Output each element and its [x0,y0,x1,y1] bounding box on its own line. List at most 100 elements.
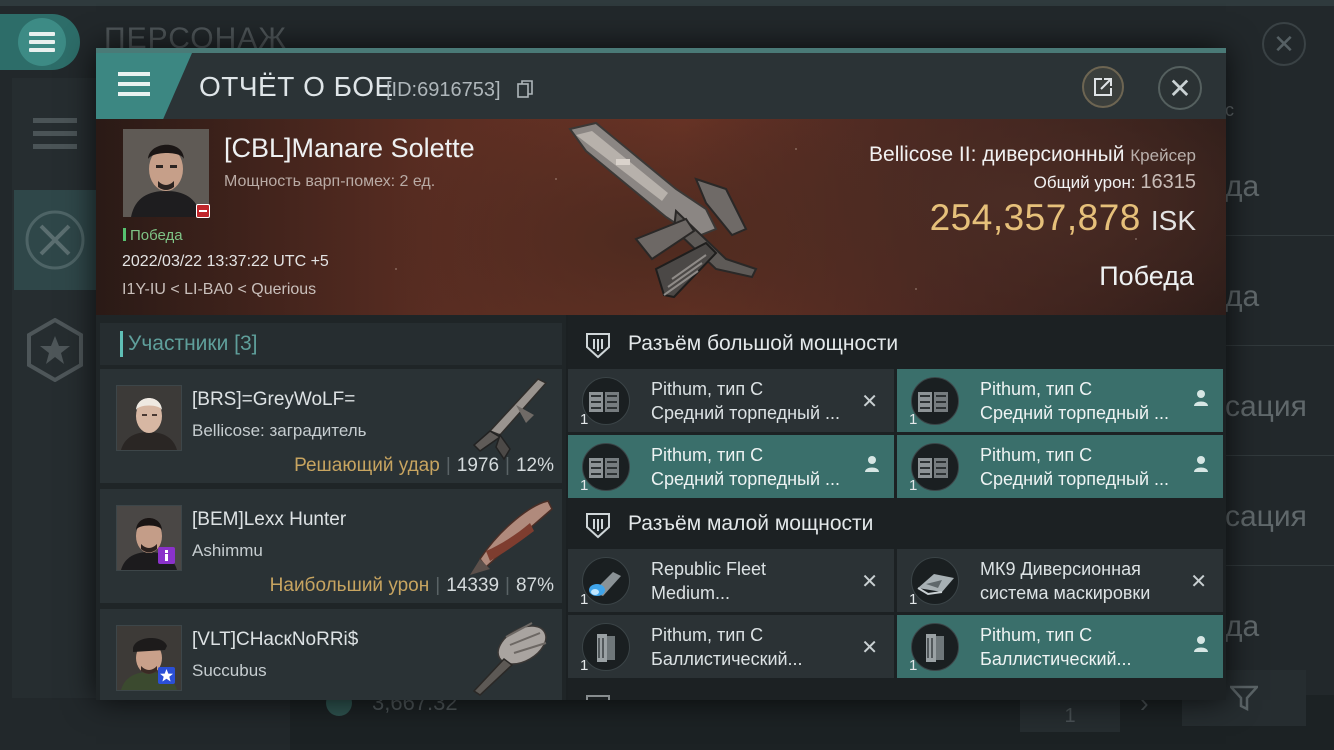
total-damage-value: 16315 [1140,171,1196,193]
low-slot-icon [586,513,610,539]
module-name: Pithum, тип C [980,379,1093,399]
high-slots-header: Разъём большой мощности [568,319,1226,369]
participant-row[interactable]: [BEM]Lexx Hunter Ashimmu Наибольший урон… [100,489,562,603]
module-type: система маскировки [980,583,1151,603]
module-item[interactable]: 1 Pithum, тип C Средний торпедный ... [568,435,894,498]
total-damage: Общий урон: 16315 [1034,171,1196,194]
module-type: Medium... [651,583,731,603]
module-quantity: 1 [909,657,918,674]
torpedo-launcher-icon [911,443,959,491]
background-divider [1225,345,1334,346]
victim-ship[interactable]: Bellicose II: диверсионный Крейсер [869,143,1196,167]
background-quantity-field[interactable]: 1 [1020,700,1120,732]
module-quantity: 1 [580,657,589,674]
module-quantity: 1 [909,591,918,608]
module-type: Баллистический... [980,649,1132,669]
low-slots-header: Разъём малой мощности [568,499,1226,549]
torpedo-launcher-icon [911,377,959,425]
kill-location[interactable]: I1Y-IU < LI-BA0 < Querious [122,281,316,299]
ship-render-icon [470,500,553,575]
dropped-person-icon [1194,636,1208,652]
module-type: Средний торпедный ... [651,403,841,423]
module-type: Баллистический... [651,649,803,669]
module-item[interactable]: 1 Pithum, тип C Баллистический... [897,615,1223,678]
participant-ship: Succubus [192,661,267,680]
modal-header: ОТЧЁТ О БОЕ [ID:6916753] ✕ [96,53,1226,119]
module-name: Republic Fleet [651,559,767,579]
module-quantity: 1 [909,411,918,428]
ship-class: Крейсер [1130,146,1196,165]
combat-report-modal: ОТЧЁТ О БОЕ [ID:6916753] ✕ [CBL]Manare S… [96,48,1226,700]
background-sidebar-combat-icon[interactable] [14,190,96,290]
ship-render-icon[interactable] [556,119,776,315]
modal-menu-button[interactable] [96,53,192,119]
participant-name: [VLT]CHacкNoRRi$ [192,629,359,650]
module-name: Pithum, тип C [651,445,764,465]
participant-portrait [116,385,182,451]
participant-stats: Решающий удар | 1976 | 12% [294,455,554,476]
destroyed-icon: ✕ [1190,571,1207,593]
participant-row[interactable]: [VLT]CHacкNoRRi$ Succubus [100,609,562,700]
background-sidebar-star-icon[interactable] [14,300,96,400]
background-menu-button[interactable] [0,14,80,70]
menu-icon [18,18,66,66]
background-right-label-5: да [1225,610,1260,643]
participant-row[interactable]: [BRS]=GreyWoLF= Bellicose: заградитель Р… [100,369,562,483]
modal-title: ОТЧЁТ О БОЕ [199,71,394,102]
module-name: Pithum, тип C [651,625,764,645]
background-right-label-3: сация [1225,390,1307,423]
kill-datetime: 2022/03/22 13:37:22 UTC +5 [122,253,329,270]
slot-icon [586,695,610,700]
participant-damage: 1976 [456,455,500,476]
participants-header[interactable]: Участники [3] [100,323,562,365]
module-quantity: 1 [909,477,918,494]
high-slots-title: Разъём большой мощности [628,332,899,355]
participant-role: Решающий удар [294,455,440,476]
module-item[interactable]: 1 МК9 Диверсионная система маскировки ✕ [897,549,1223,612]
microwarpdrive-icon [582,557,630,605]
dropped-person-icon [1194,456,1208,472]
participant-stats: Наибольший урон | 14339 | 87% [269,575,554,596]
participant-percent: 87% [515,575,554,596]
share-icon [1094,78,1112,96]
dropped-person-icon [1194,390,1208,406]
close-button[interactable]: ✕ [1158,66,1202,110]
ship-render-icon [472,378,548,461]
participant-ship: Bellicose: заградитель [192,421,367,440]
background-close-icon[interactable]: ✕ [1262,22,1306,66]
cloak-icon [911,557,959,605]
result-indicator [123,228,126,241]
module-item[interactable]: 1 Pithum, тип C Баллистический... ✕ [568,615,894,678]
module-name: МК9 Диверсионная [980,559,1141,579]
module-type: Средний торпедный ... [980,469,1170,489]
background-right-label-1: да [1225,170,1260,203]
ship-name: Bellicose II: диверсионный [869,143,1125,166]
total-damage-label: Общий урон: [1033,173,1136,192]
low-slots-title: Разъём малой мощности [628,512,874,535]
dropped-person-icon [865,456,879,472]
module-quantity: 1 [580,477,589,494]
destroyed-icon: ✕ [861,571,878,593]
background-sidebar-list-icon[interactable] [14,84,96,184]
ballistic-control-icon [911,623,959,671]
participant-name: [BEM]Lexx Hunter [192,509,347,530]
module-item[interactable]: 1 Republic Fleet Medium... ✕ [568,549,894,612]
module-item[interactable]: 1 Pithum, тип C Средний торпедный ... ✕ [568,369,894,432]
participant-ship: Ashimmu [192,541,263,560]
share-button[interactable] [1082,66,1124,108]
outcome-label: Победа [1099,261,1194,291]
module-item[interactable]: 1 Pithum, тип C Средний торпедный ... [897,435,1223,498]
high-slot-icon [586,333,610,359]
ship-render-icon [472,622,547,696]
module-name: Pithum, тип C [651,379,764,399]
close-icon: ✕ [1168,72,1192,104]
victim-name[interactable]: [CBL]Manare Solette [224,133,475,164]
participant-percent: 12% [515,455,554,476]
victim-result-text: Победа [130,227,183,244]
background-right-fragment: с [1225,100,1234,120]
filter-icon [1230,685,1258,711]
copy-icon[interactable] [517,80,533,98]
module-quantity: 1 [580,411,589,428]
module-item[interactable]: 1 Pithum, тип C Средний торпедный ... [897,369,1223,432]
destroyed-icon: ✕ [861,391,878,413]
